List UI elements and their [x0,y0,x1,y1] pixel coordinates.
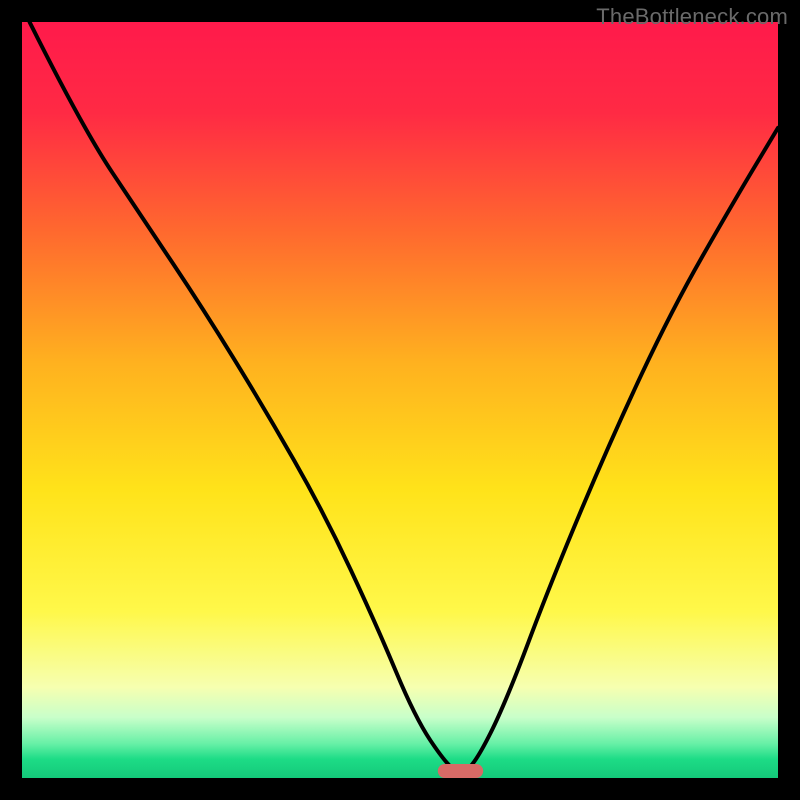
bottleneck-chart [0,0,800,800]
watermark-text: TheBottleneck.com [596,4,788,30]
heat-gradient [22,22,778,778]
sweet-spot-marker [438,764,483,778]
chart-container: TheBottleneck.com [0,0,800,800]
